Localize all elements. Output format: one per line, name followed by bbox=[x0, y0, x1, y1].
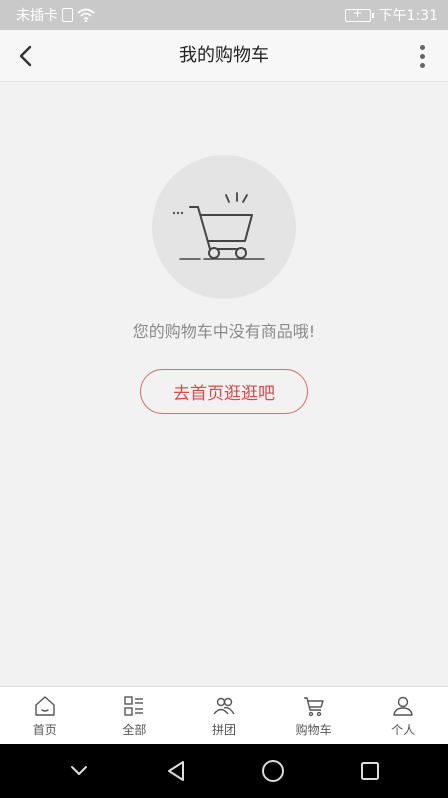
more-button[interactable] bbox=[410, 38, 434, 74]
nav-home-button[interactable] bbox=[253, 751, 293, 791]
clock-text: 下午1:31 bbox=[378, 8, 438, 24]
tab-cart[interactable]: 购物车 bbox=[269, 687, 359, 744]
battery-icon bbox=[344, 6, 374, 22]
system-nav-bar bbox=[0, 744, 448, 798]
circle-home-icon bbox=[261, 760, 284, 782]
tab-profile[interactable]: 个人 bbox=[358, 687, 448, 744]
home-icon bbox=[35, 695, 55, 716]
category-icon bbox=[124, 695, 144, 716]
tab-label: 全部 bbox=[122, 722, 147, 737]
triangle-back-icon bbox=[167, 761, 184, 781]
empty-cart-illustration bbox=[152, 155, 296, 299]
chevron-down-icon bbox=[70, 766, 87, 775]
status-right: 下午1:31 bbox=[344, 5, 438, 25]
group-icon bbox=[213, 697, 235, 714]
tab-home[interactable]: 首页 bbox=[0, 687, 90, 744]
go-home-button[interactable]: 去首页逛逛吧 bbox=[140, 369, 308, 414]
bottom-tab-bar: 首页 全部 拼团 购物车 个人 bbox=[0, 686, 448, 744]
more-dot bbox=[419, 62, 425, 68]
tab-label: 个人 bbox=[391, 722, 416, 737]
sim-icon bbox=[62, 8, 73, 22]
tab-group-buy[interactable]: 拼团 bbox=[179, 687, 269, 744]
more-dot bbox=[419, 53, 425, 59]
tab-label: 首页 bbox=[32, 722, 57, 737]
tab-label: 拼团 bbox=[211, 722, 236, 737]
tab-all[interactable]: 全部 bbox=[90, 687, 180, 744]
tab-label: 购物车 bbox=[295, 722, 332, 737]
app-header: 我的购物车 bbox=[0, 30, 448, 82]
shopping-cart-icon bbox=[172, 192, 265, 260]
nav-collapse-button[interactable] bbox=[59, 751, 99, 791]
wifi-icon bbox=[77, 8, 95, 22]
status-bar: 未插卡 下午1:31 bbox=[0, 0, 448, 30]
page-title: 我的购物车 bbox=[179, 45, 269, 66]
nav-back-button[interactable] bbox=[156, 751, 196, 791]
carrier-text: 未插卡 bbox=[16, 8, 58, 24]
nav-recents-button[interactable] bbox=[350, 751, 390, 791]
status-left: 未插卡 bbox=[16, 5, 95, 25]
empty-cart-message: 您的购物车中没有商品哦! bbox=[132, 322, 316, 341]
cart-icon bbox=[303, 696, 324, 716]
more-vertical-icon bbox=[419, 44, 425, 50]
user-icon bbox=[393, 696, 413, 716]
square-recents-icon bbox=[360, 762, 379, 780]
